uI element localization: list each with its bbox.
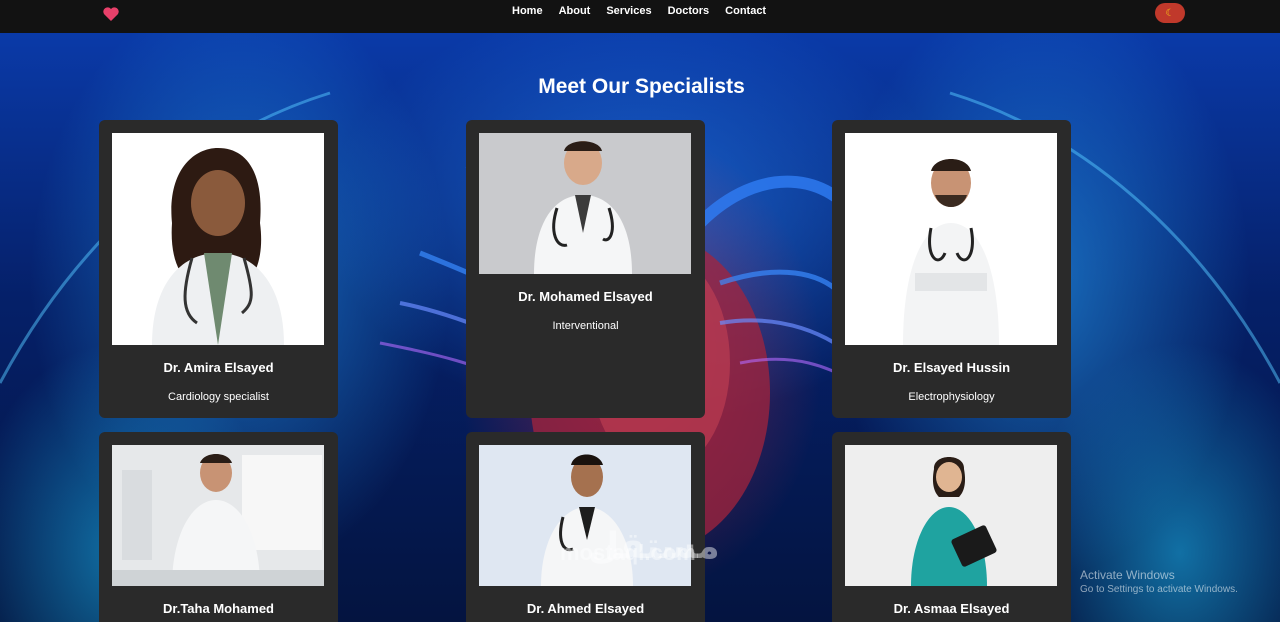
- nav-link-home[interactable]: Home: [512, 5, 543, 17]
- doctor-photo: [112, 445, 324, 586]
- doctor-name: Dr.Taha Mohamed: [162, 601, 274, 616]
- doctor-specialty: Interventional: [552, 320, 619, 332]
- doctor-specialty: Electrophysiology: [908, 391, 995, 403]
- doctor-card[interactable]: Dr. Elsayed Hussin Electrophysiology: [832, 120, 1071, 418]
- nav-link-doctors[interactable]: Doctors: [668, 5, 710, 17]
- doctor-specialty: Cardiology specialist: [168, 391, 269, 403]
- nav-links: Home About Services Doctors Contact: [512, 5, 782, 17]
- doctor-card[interactable]: Dr.Taha Mohamed: [99, 432, 338, 622]
- doctor-name: Dr. Elsayed Hussin: [892, 360, 1011, 375]
- nav-link-contact[interactable]: Contact: [725, 5, 766, 17]
- heart-icon[interactable]: [102, 5, 120, 23]
- doctor-photo: [845, 445, 1057, 586]
- nav-link-about[interactable]: About: [559, 5, 591, 17]
- doctor-card[interactable]: Dr. Mohamed Elsayed Interventional: [466, 120, 705, 418]
- nav-link-services[interactable]: Services: [606, 5, 651, 17]
- moon-icon: ☾: [1165, 7, 1175, 19]
- activation-title: Activate Windows: [1080, 568, 1175, 582]
- doctor-name: Dr. Mohamed Elsayed: [518, 289, 653, 304]
- doctor-name: Dr. Asmaa Elsayed: [893, 601, 1010, 616]
- doctor-card[interactable]: Dr. Asmaa Elsayed: [832, 432, 1071, 622]
- doctor-name: Dr. Amira Elsayed: [163, 360, 274, 375]
- activation-subtitle: Go to Settings to activate Windows.: [1080, 584, 1238, 595]
- navbar: Home About Services Doctors Contact ☾: [0, 0, 1280, 33]
- watermark-url: mostaql.com: [560, 540, 696, 565]
- section-title: Meet Our Specialists: [538, 75, 745, 98]
- doctor-card[interactable]: Dr. Amira Elsayed Cardiology specialist: [99, 120, 338, 418]
- doctor-photo: [112, 133, 324, 345]
- theme-toggle-button[interactable]: ☾: [1155, 3, 1185, 23]
- activation-notice: Activate Windows Go to Settings to activ…: [1080, 568, 1238, 595]
- doctor-photo: [479, 133, 691, 274]
- doctor-photo: [845, 133, 1057, 345]
- doctor-name: Dr. Ahmed Elsayed: [526, 601, 645, 616]
